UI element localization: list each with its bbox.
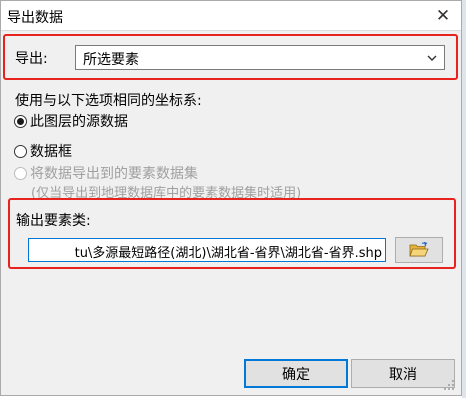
export-select-value: 所选要素 <box>83 52 139 68</box>
export-label: 导出: <box>15 51 48 67</box>
coordinate-system-label: 使用与以下选项相同的坐标系: <box>15 93 202 109</box>
radio-label-layer-source: 此图层的源数据 <box>30 114 128 130</box>
title-bar: 导出数据 ✕ <box>1 1 461 31</box>
chevron-down-icon <box>427 55 437 61</box>
export-data-dialog: 导出数据 ✕ 导出: 所选要素 使用与以下选项相同的坐标系: 此图层的源数据 数… <box>0 0 462 396</box>
radio-button[interactable] <box>14 144 27 158</box>
close-button[interactable]: ✕ <box>431 4 455 28</box>
output-feature-class-label: 输出要素类: <box>16 213 91 229</box>
background-window-edge <box>462 0 466 398</box>
folder-open-icon <box>409 242 429 257</box>
radio-data-frame[interactable]: 数据框 <box>14 141 72 161</box>
radio-button-checked[interactable] <box>14 114 27 128</box>
output-path-input[interactable]: tu\多源最短路径(湖北)\湖北省-省界\湖北省-省界.shp <box>28 238 386 262</box>
cancel-button[interactable]: 取消 <box>351 359 455 388</box>
browse-button[interactable] <box>395 237 443 263</box>
radio-button-disabled <box>14 166 27 180</box>
radio-feature-dataset: 将数据导出到的要素数据集 <box>14 163 198 183</box>
close-icon: ✕ <box>435 6 451 26</box>
output-path-value: tu\多源最短路径(湖北)\湖北省-省界\湖北省-省界.shp <box>74 246 382 261</box>
export-select[interactable]: 所选要素 <box>75 45 445 70</box>
radio-label-data-frame: 数据框 <box>30 144 72 160</box>
radio-layer-source[interactable]: 此图层的源数据 <box>14 111 128 131</box>
radio-label-feature-dataset: 将数据导出到的要素数据集 <box>30 166 198 182</box>
dialog-title: 导出数据 <box>7 10 63 26</box>
ok-button[interactable]: 确定 <box>244 359 348 388</box>
resize-grip-icon[interactable] <box>443 379 455 391</box>
